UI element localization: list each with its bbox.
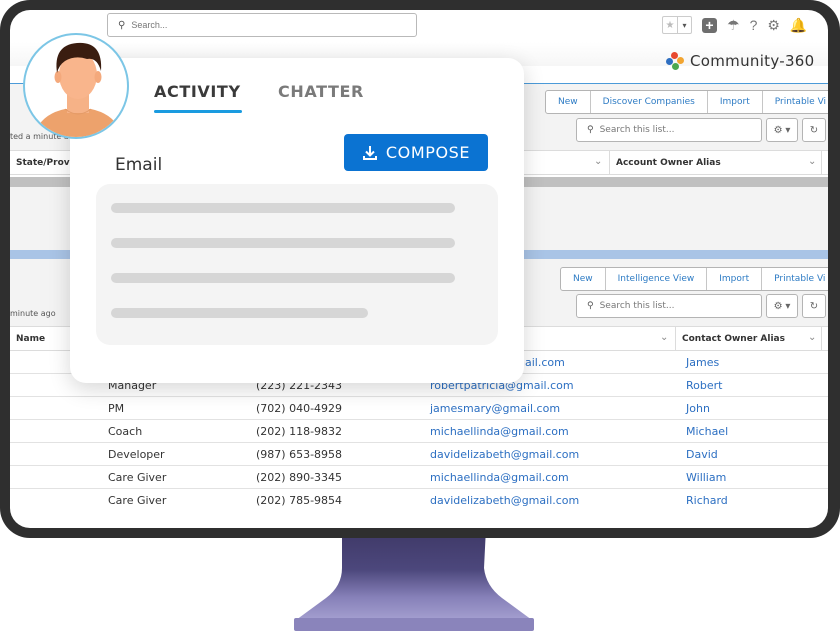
accounts-printable-view-button[interactable]: Printable Vi bbox=[761, 91, 828, 113]
skeleton-line bbox=[111, 238, 455, 248]
email-link[interactable]: davidelizabeth@gmail.com bbox=[430, 448, 579, 461]
contacts-button-group: New Intelligence View Import Printable V… bbox=[560, 267, 828, 291]
setup-assistant-icon[interactable]: ☂ bbox=[727, 17, 740, 34]
email-link[interactable]: davidelizabeth@gmail.com bbox=[430, 494, 579, 507]
table-row[interactable]: PM (702) 040-4929 jamesmary@gmail.com Jo… bbox=[10, 397, 828, 420]
contacts-printable-view-button[interactable]: Printable Vi bbox=[761, 268, 828, 290]
header-icons: ★ ▾ + ☂ ? ⚙ 🔔 bbox=[662, 16, 807, 34]
discover-companies-button[interactable]: Discover Companies bbox=[589, 91, 707, 113]
monitor-stand bbox=[294, 528, 534, 631]
user-avatar[interactable] bbox=[23, 33, 129, 139]
person-avatar-icon bbox=[33, 42, 123, 137]
tab-chatter[interactable]: CHATTER bbox=[278, 82, 364, 101]
dropdown-icon[interactable]: ▾ bbox=[677, 17, 691, 33]
owner-link[interactable]: Michael bbox=[686, 425, 728, 438]
accounts-import-button[interactable]: Import bbox=[706, 91, 762, 113]
add-icon[interactable]: + bbox=[702, 17, 717, 33]
chevron-down-icon[interactable]: ⌄ bbox=[808, 332, 816, 343]
accounts-list-search[interactable]: ⚲ Search this list... bbox=[576, 118, 762, 142]
community-logo-icon bbox=[666, 52, 684, 70]
table-row[interactable]: Developer (987) 653-8958 davidelizabeth@… bbox=[10, 443, 828, 466]
table-row[interactable]: Coach (202) 118-9832 michaellinda@gmail.… bbox=[10, 420, 828, 443]
brand-name: Community-360 bbox=[690, 52, 815, 70]
contacts-list-search[interactable]: ⚲ Search this list... bbox=[576, 294, 762, 318]
help-icon[interactable]: ? bbox=[750, 17, 758, 33]
skeleton-line bbox=[111, 308, 368, 318]
activity-card: ACTIVITY CHATTER Email COMPOSE bbox=[70, 58, 524, 383]
email-preview-placeholder bbox=[96, 184, 498, 345]
tab-activity[interactable]: ACTIVITY bbox=[154, 82, 241, 101]
contacts-list-settings-button[interactable]: ⚙ ▾ bbox=[766, 294, 798, 318]
contacts-updated-text: minute ago bbox=[10, 309, 56, 318]
global-search-input[interactable]: ⚲ Search... bbox=[107, 13, 417, 37]
compose-button[interactable]: COMPOSE bbox=[344, 134, 488, 171]
column-contact-owner-alias[interactable]: Contact Owner Alias bbox=[676, 327, 822, 350]
chevron-down-icon[interactable]: ⌄ bbox=[660, 332, 668, 343]
owner-link[interactable]: James bbox=[686, 356, 719, 369]
refresh-icon: ↻ bbox=[809, 300, 819, 312]
gear-icon: ⚙ ▾ bbox=[773, 300, 791, 312]
owner-link[interactable]: Robert bbox=[686, 379, 722, 392]
table-row[interactable]: Care Giver (202) 785-9854 davidelizabeth… bbox=[10, 489, 828, 512]
global-search-placeholder: Search... bbox=[131, 20, 168, 30]
email-link[interactable]: michaellinda@gmail.com bbox=[430, 425, 569, 438]
favorite-star-icon[interactable]: ★ bbox=[663, 17, 677, 33]
intelligence-view-button[interactable]: Intelligence View bbox=[604, 268, 707, 290]
contacts-refresh-button[interactable]: ↻ bbox=[802, 294, 826, 318]
owner-link[interactable]: John bbox=[686, 402, 710, 415]
search-icon: ⚲ bbox=[587, 301, 594, 311]
contacts-new-button[interactable]: New bbox=[561, 268, 605, 290]
search-icon: ⚲ bbox=[587, 125, 594, 135]
email-link[interactable]: michaellinda@gmail.com bbox=[430, 471, 569, 484]
contacts-import-button[interactable]: Import bbox=[706, 268, 761, 290]
email-link[interactable]: jamesmary@gmail.com bbox=[430, 402, 560, 415]
accounts-button-group: New Discover Companies Import Printable … bbox=[545, 90, 828, 114]
table-row[interactable]: Care Giver (202) 890-3345 michaellinda@g… bbox=[10, 466, 828, 489]
gear-icon: ⚙ ▾ bbox=[773, 124, 791, 136]
refresh-icon: ↻ bbox=[809, 124, 819, 136]
skeleton-line bbox=[111, 203, 455, 213]
accounts-refresh-button[interactable]: ↻ bbox=[802, 118, 826, 142]
accounts-list-settings-button[interactable]: ⚙ ▾ bbox=[766, 118, 798, 142]
owner-link[interactable]: William bbox=[686, 471, 726, 484]
skeleton-line bbox=[111, 273, 455, 283]
email-section-label: Email bbox=[115, 155, 163, 175]
chevron-down-icon[interactable]: ⌄ bbox=[808, 156, 816, 167]
settings-gear-icon[interactable]: ⚙ bbox=[767, 17, 780, 34]
favorites-button[interactable]: ★ ▾ bbox=[662, 16, 692, 34]
search-icon: ⚲ bbox=[118, 19, 126, 31]
owner-link[interactable]: David bbox=[686, 448, 718, 461]
download-icon bbox=[362, 145, 377, 160]
email-link[interactable]: nail.com bbox=[518, 356, 565, 369]
owner-link[interactable]: Richard bbox=[686, 494, 728, 507]
column-account-owner-alias[interactable]: Account Owner Alias bbox=[610, 151, 822, 174]
brand: Community-360 bbox=[666, 52, 815, 70]
active-tab-indicator bbox=[154, 110, 242, 113]
chevron-down-icon[interactable]: ⌄ bbox=[594, 156, 602, 167]
contacts-list-search-placeholder: Search this list... bbox=[599, 301, 675, 311]
notifications-bell-icon[interactable]: 🔔 bbox=[790, 17, 807, 34]
compose-label: COMPOSE bbox=[385, 143, 471, 162]
accounts-list-search-placeholder: Search this list... bbox=[599, 125, 675, 135]
accounts-new-button[interactable]: New bbox=[546, 91, 590, 113]
